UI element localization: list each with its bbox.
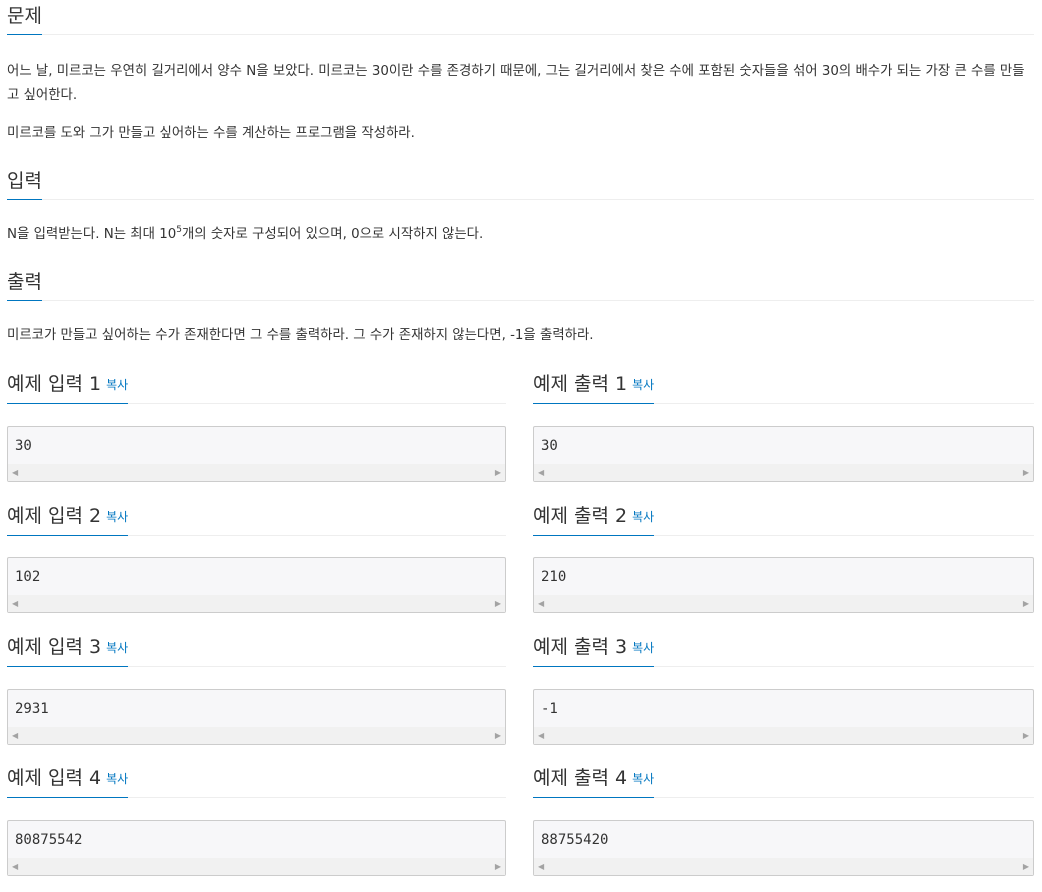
- scroll-left-icon[interactable]: ◀: [12, 863, 18, 871]
- sample-output-1-title: 예제 출력 1: [533, 373, 628, 395]
- sample-output-4-text: 88755420: [541, 832, 609, 848]
- horizontal-scrollbar[interactable]: ◀ ▶: [534, 464, 1033, 481]
- sample-output-2-header: 예제 출력 2 복사: [533, 501, 1034, 536]
- sample-output-1-box[interactable]: 30 ◀ ▶: [533, 426, 1034, 482]
- copy-sample-output-4-button[interactable]: 복사: [632, 772, 654, 786]
- sample-input-3-header: 예제 입력 3 복사: [7, 632, 506, 667]
- scroll-left-icon[interactable]: ◀: [12, 600, 18, 608]
- sample-input-3-box[interactable]: 2931 ◀ ▶: [7, 689, 506, 745]
- copy-sample-output-1-button[interactable]: 복사: [632, 378, 654, 392]
- sample-output-3-text: -1: [541, 701, 558, 717]
- copy-sample-output-2-button[interactable]: 복사: [632, 510, 654, 524]
- sample-input-4-header: 예제 입력 4 복사: [7, 763, 506, 798]
- sample-input-4-box[interactable]: 80875542 ◀ ▶: [7, 820, 506, 876]
- copy-sample-input-3-button[interactable]: 복사: [106, 641, 128, 655]
- sample-output-1-header: 예제 출력 1 복사: [533, 369, 1034, 404]
- horizontal-scrollbar[interactable]: ◀ ▶: [8, 858, 505, 875]
- problem-description-2: 미르코를 도와 그가 만들고 싶어하는 수를 계산하는 프로그램을 작성하라.: [7, 126, 415, 141]
- horizontal-scrollbar[interactable]: ◀ ▶: [8, 727, 505, 744]
- scroll-right-icon[interactable]: ▶: [1023, 863, 1029, 871]
- scroll-left-icon[interactable]: ◀: [538, 732, 544, 740]
- sample-input-1-box[interactable]: 30 ◀ ▶: [7, 426, 506, 482]
- horizontal-scrollbar[interactable]: ◀ ▶: [534, 595, 1033, 612]
- sample-output-3-title: 예제 출력 3: [533, 636, 628, 658]
- problem-description: 어느 날, 미르코는 우연히 길거리에서 양수 N을 보았다. 미르코는 30이…: [7, 64, 1025, 103]
- copy-sample-output-3-button[interactable]: 복사: [632, 641, 654, 655]
- input-title: 입력: [7, 169, 42, 200]
- copy-sample-input-4-button[interactable]: 복사: [106, 772, 128, 786]
- sample-input-2-header: 예제 입력 2 복사: [7, 501, 506, 536]
- scroll-right-icon[interactable]: ▶: [1023, 600, 1029, 608]
- input-text-after: 개의 숫자로 구성되어 있으며, 0으로 시작하지 않는다.: [181, 227, 484, 242]
- sample-input-1-title: 예제 입력 1: [7, 373, 102, 395]
- sample-output-4-title: 예제 출력 4: [533, 767, 628, 789]
- sample-output-1-text: 30: [541, 438, 558, 454]
- output-description: 미르코가 만들고 싶어하는 수가 존재한다면 그 수를 출력하라. 그 수가 존…: [7, 328, 594, 343]
- scroll-right-icon[interactable]: ▶: [495, 732, 501, 740]
- sample-input-2-title: 예제 입력 2: [7, 505, 102, 527]
- sample-input-3-text: 2931: [15, 701, 49, 717]
- scroll-right-icon[interactable]: ▶: [495, 469, 501, 477]
- input-text-before: N을 입력받는다. N는 최대 10: [7, 227, 177, 242]
- problem-title: 문제: [7, 4, 42, 35]
- scroll-right-icon[interactable]: ▶: [495, 863, 501, 871]
- sample-input-3-title: 예제 입력 3: [7, 636, 102, 658]
- scroll-left-icon[interactable]: ◀: [12, 732, 18, 740]
- output-section-header: 출력: [7, 266, 1034, 301]
- sample-output-2-text: 210: [541, 569, 567, 585]
- problem-section-header: 문제: [7, 0, 1034, 35]
- sample-output-4-box[interactable]: 88755420 ◀ ▶: [533, 820, 1034, 876]
- horizontal-scrollbar[interactable]: ◀ ▶: [534, 858, 1033, 875]
- sample-input-4-text: 80875542: [15, 832, 83, 848]
- scroll-left-icon[interactable]: ◀: [12, 469, 18, 477]
- horizontal-scrollbar[interactable]: ◀ ▶: [8, 464, 505, 481]
- scroll-left-icon[interactable]: ◀: [538, 863, 544, 871]
- copy-sample-input-2-button[interactable]: 복사: [106, 510, 128, 524]
- output-title: 출력: [7, 270, 42, 301]
- sample-output-3-header: 예제 출력 3 복사: [533, 632, 1034, 667]
- sample-output-2-title: 예제 출력 2: [533, 505, 628, 527]
- input-section-header: 입력: [7, 165, 1034, 200]
- sample-input-4-title: 예제 입력 4: [7, 767, 102, 789]
- scroll-right-icon[interactable]: ▶: [1023, 732, 1029, 740]
- scroll-left-icon[interactable]: ◀: [538, 469, 544, 477]
- input-description: N을 입력받는다. N는 최대 105개의 숫자로 구성되어 있으며, 0으로 …: [7, 223, 1034, 247]
- sample-input-2-text: 102: [15, 569, 41, 585]
- copy-sample-input-1-button[interactable]: 복사: [106, 378, 128, 392]
- horizontal-scrollbar[interactable]: ◀ ▶: [8, 595, 505, 612]
- sample-output-2-box[interactable]: 210 ◀ ▶: [533, 557, 1034, 613]
- sample-input-2-box[interactable]: 102 ◀ ▶: [7, 557, 506, 613]
- scroll-left-icon[interactable]: ◀: [538, 600, 544, 608]
- scroll-right-icon[interactable]: ▶: [495, 600, 501, 608]
- sample-input-1-text: 30: [15, 438, 32, 454]
- horizontal-scrollbar[interactable]: ◀ ▶: [534, 727, 1033, 744]
- sample-output-4-header: 예제 출력 4 복사: [533, 763, 1034, 798]
- sample-output-3-box[interactable]: -1 ◀ ▶: [533, 689, 1034, 745]
- sample-input-1-header: 예제 입력 1 복사: [7, 369, 506, 404]
- scroll-right-icon[interactable]: ▶: [1023, 469, 1029, 477]
